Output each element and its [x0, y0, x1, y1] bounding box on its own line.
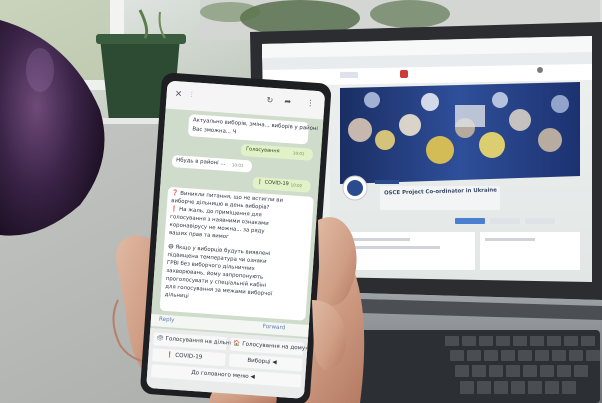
scene-illustration: [0, 0, 602, 403]
photo-scene: × ⋮ ↻ ➦ ⋮ Актуально виборів, зміна... ви…: [0, 0, 602, 403]
